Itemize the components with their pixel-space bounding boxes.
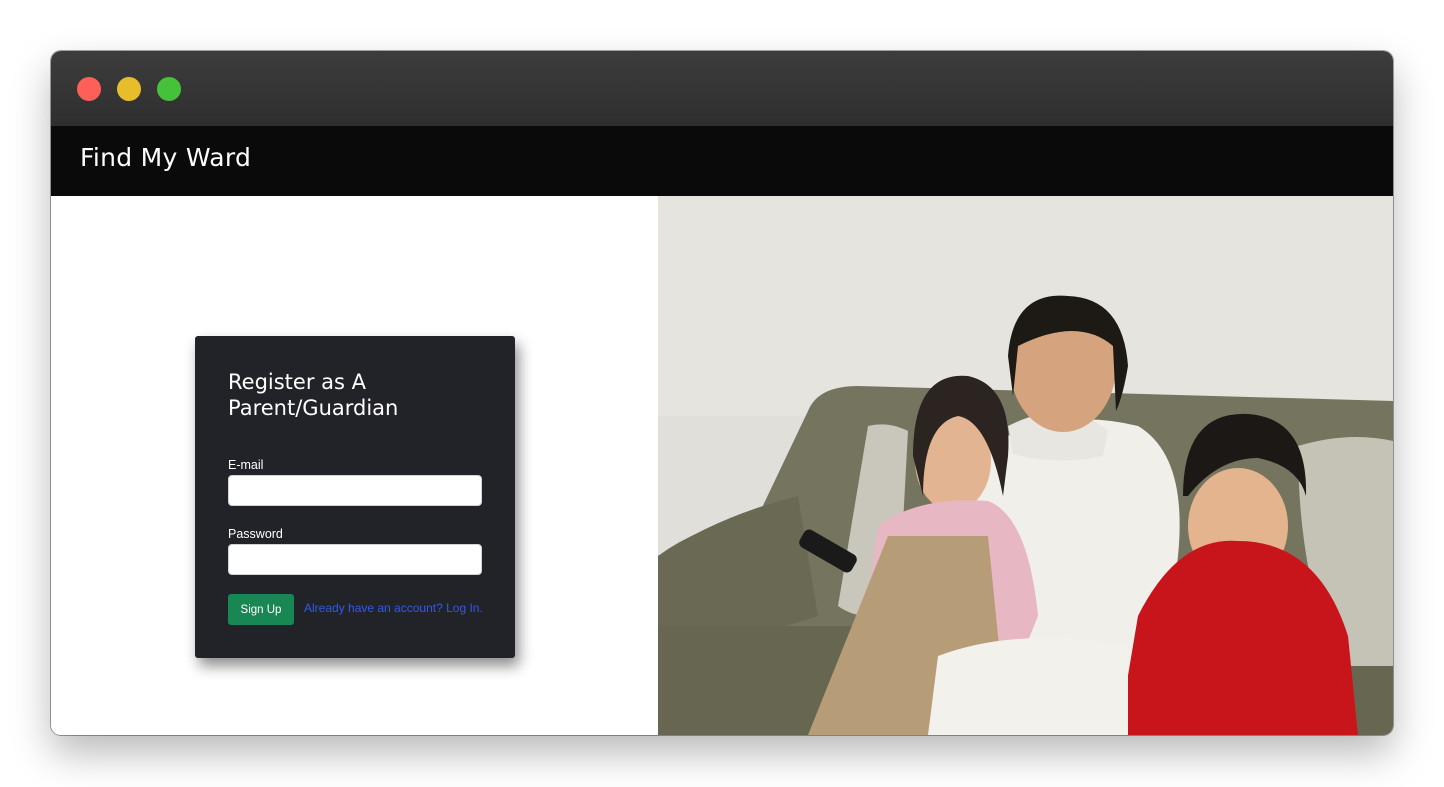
form-pane: Register as A Parent/Guardian E-mail Pas…: [51, 196, 658, 735]
email-label: E-mail: [228, 458, 264, 472]
minimize-icon[interactable]: [117, 77, 141, 101]
navbar: Find My Ward: [51, 126, 1393, 196]
brand-link[interactable]: Find My Ward: [80, 143, 251, 172]
login-link[interactable]: Already have an account? Log In.: [304, 601, 483, 615]
close-icon[interactable]: [77, 77, 101, 101]
email-field[interactable]: [228, 475, 482, 506]
page-content: Register as A Parent/Guardian E-mail Pas…: [51, 196, 1393, 735]
sign-up-button[interactable]: Sign Up: [228, 594, 294, 625]
browser-window: Find My Ward Register as A Parent/Guardi…: [51, 51, 1393, 735]
password-field[interactable]: [228, 544, 482, 575]
maximize-icon[interactable]: [157, 77, 181, 101]
family-photo: [658, 196, 1393, 735]
password-label: Password: [228, 527, 283, 541]
register-card: Register as A Parent/Guardian E-mail Pas…: [195, 336, 515, 658]
window-titlebar: [51, 51, 1393, 126]
form-title: Register as A Parent/Guardian: [228, 370, 399, 420]
family-photo-illustration: [658, 196, 1393, 735]
